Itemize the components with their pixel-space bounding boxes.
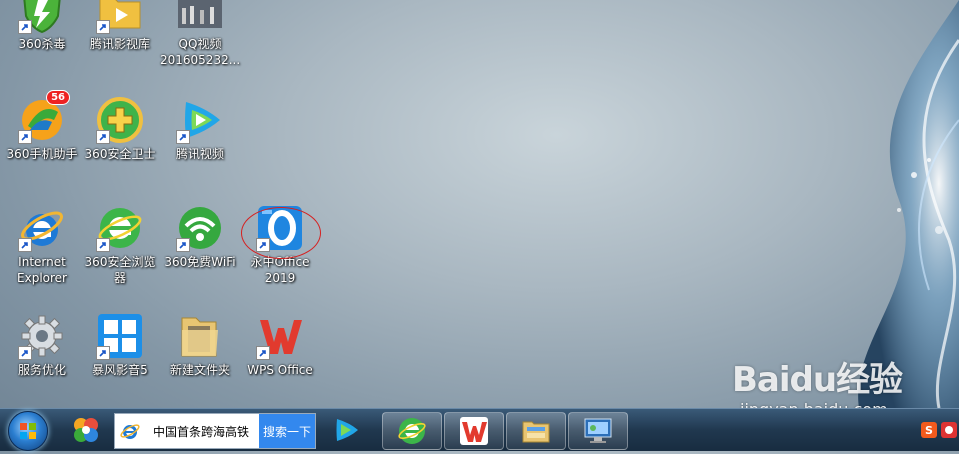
- shortcut-arrow-icon: [96, 130, 110, 144]
- icon-label-line2: 201605232...: [160, 53, 241, 67]
- icon-label: 360手机助手: [6, 147, 78, 161]
- shortcut-arrow-icon: [18, 238, 32, 252]
- desktop-icon-internet-explorer[interactable]: Internet Explorer: [2, 204, 82, 286]
- shortcut-arrow-icon: [176, 238, 190, 252]
- shortcut-arrow-icon: [18, 20, 32, 34]
- 360-browser-icon: [398, 418, 426, 444]
- baidu-watermark: Baidu经验 jingyan.baidu.com: [732, 352, 932, 408]
- shortcut-arrow-icon: [256, 346, 270, 360]
- icon-label: Internet: [18, 255, 66, 269]
- folder-icon: [181, 317, 218, 357]
- icon-label-line2: Explorer: [17, 271, 67, 285]
- shortcut-arrow-icon: [18, 130, 32, 144]
- taskbar: 中国首条跨海高铁 搜索一下 S: [0, 408, 959, 451]
- icon-label: 360免费WiFi: [164, 255, 236, 269]
- shortcut-arrow-icon: [176, 130, 190, 144]
- desktop-icon-baofeng-player[interactable]: 暴风影音5: [80, 312, 160, 378]
- icon-label: 腾讯视频: [175, 147, 224, 161]
- internet-explorer-icon: [120, 424, 140, 439]
- taskbar-file-explorer[interactable]: [506, 412, 566, 450]
- search-button[interactable]: 搜索一下: [259, 414, 315, 448]
- icon-label: WPS Office: [247, 363, 313, 377]
- windows-logo-icon: [20, 423, 36, 439]
- taskbar-control-panel[interactable]: [568, 412, 628, 450]
- start-button[interactable]: [8, 411, 48, 451]
- icon-label: 360杀毒: [18, 37, 66, 51]
- tray-app-icon[interactable]: [940, 421, 958, 439]
- icon-label: 360安全浏览: [84, 255, 156, 269]
- video-thumbnail-icon: [178, 0, 222, 28]
- desktop-icon-360-antivirus[interactable]: 360杀毒: [2, 0, 82, 52]
- icon-label: 360安全卫士: [84, 147, 156, 161]
- 360-flower-icon: [74, 418, 98, 442]
- wallpaper-swirl: [858, 0, 959, 408]
- watermark-brand-part1: Bai: [732, 360, 791, 400]
- taskbar-360-browser[interactable]: [382, 412, 442, 450]
- desktop-icon-service-optimization[interactable]: 服务优化: [2, 312, 82, 378]
- desktop-icon-new-folder[interactable]: 新建文件夹: [160, 312, 240, 378]
- desktop-icon-qq-video-file[interactable]: QQ视频 201605232...: [160, 0, 240, 68]
- shortcut-arrow-icon: [96, 238, 110, 252]
- wps-icon: [460, 417, 488, 445]
- icon-label: 暴风影音5: [92, 363, 148, 377]
- desktop-icon-360-free-wifi[interactable]: 360免费WiFi: [160, 204, 240, 270]
- svg-text:S: S: [925, 424, 933, 437]
- monitor-settings-icon: [584, 418, 612, 443]
- desktop-icon-360-phone-assistant[interactable]: 56 360手机助手: [2, 90, 82, 162]
- desktop-icon-360-browser[interactable]: 360安全浏览 器: [80, 204, 160, 286]
- annotation-circle: [241, 207, 321, 259]
- taskbar-wps-office[interactable]: [444, 412, 504, 450]
- icon-label: 新建文件夹: [169, 363, 230, 377]
- desktop-icon-wps-office[interactable]: WPS Office: [240, 312, 320, 378]
- desktop-icon-360-security-guard[interactable]: 360安全卫士: [80, 96, 160, 162]
- shortcut-arrow-icon: [18, 346, 32, 360]
- icon-label: 服务优化: [17, 363, 66, 377]
- shortcut-arrow-icon: [96, 20, 110, 34]
- icon-label-line2: 2019: [264, 271, 296, 285]
- tencent-video-icon: [336, 419, 358, 441]
- watermark-brand: Baidu经验: [732, 352, 903, 401]
- taskbar-360-app[interactable]: [64, 412, 108, 448]
- desktop-icon-tencent-video-library[interactable]: 腾讯影视库: [80, 0, 160, 52]
- watermark-brand-part3: 经验: [836, 360, 903, 400]
- watermark-url: jingyan.baidu.com: [740, 400, 888, 408]
- icon-label: QQ视频: [178, 37, 222, 51]
- sogou-input-icon[interactable]: S: [920, 421, 938, 439]
- taskbar-search-box[interactable]: 中国首条跨海高铁 搜索一下: [114, 413, 316, 449]
- icon-label: 腾讯影视库: [89, 37, 150, 51]
- taskbar-tencent-video[interactable]: [324, 412, 368, 448]
- desktop-icon-tencent-video[interactable]: 腾讯视频: [160, 96, 240, 162]
- watermark-brand-part2: du: [789, 360, 838, 400]
- search-query-text: 中国首条跨海高铁: [153, 425, 250, 439]
- folder-icon: [522, 421, 550, 443]
- desktop: 360杀毒 腾讯影视库 QQ视频 201605232... 56 360手机助手…: [0, 0, 959, 408]
- notification-badge: 56: [46, 90, 70, 105]
- icon-label-line2: 器: [113, 271, 126, 285]
- shortcut-arrow-icon: [96, 346, 110, 360]
